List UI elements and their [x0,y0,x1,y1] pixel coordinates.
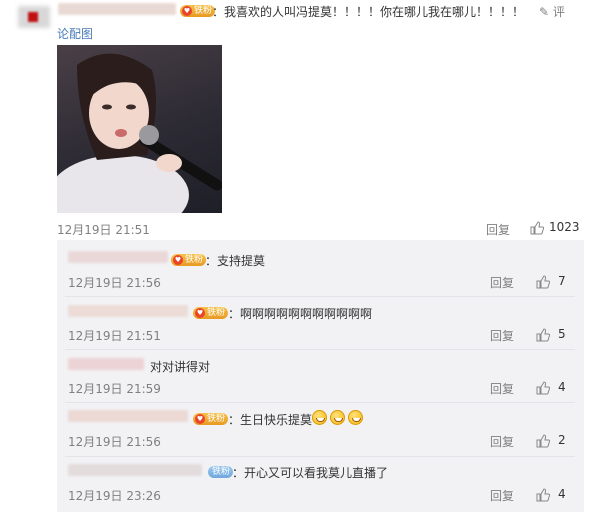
comment-action-button[interactable]: ✎ 评 [539,3,565,20]
fan-badge: 铁粉 [208,466,234,478]
reply-text: ：支持提莫 [205,254,266,268]
like-count: 1023 [549,220,580,234]
divider [65,349,575,350]
avatar[interactable] [18,6,50,28]
grin-emoji [312,410,327,425]
grin-emoji [330,410,345,425]
fan-badge: ♥ 铁粉 [180,5,216,17]
thumb-up-icon[interactable] [536,275,550,289]
like-count: 2 [558,433,566,447]
reply-username-blurred[interactable] [68,358,144,370]
like-count: 7 [558,274,566,288]
reply-text: ：开心又可以看我莫儿直播了 [232,466,389,480]
comment-time: 12月19日 21:51 [57,223,150,237]
reply-text: 对对讲得对 [150,360,211,374]
like-count: 4 [558,487,566,501]
username-blurred[interactable] [58,3,176,15]
thumb-up-icon[interactable] [536,434,550,448]
thumb-up-icon[interactable] [536,488,550,502]
reply-button[interactable]: 回复 [490,433,514,450]
reply-button[interactable]: 回复 [490,380,514,397]
edit-icon: ✎ [539,5,550,19]
reply-button[interactable]: 回复 [490,274,514,291]
singer-photo [57,53,222,213]
reply-text: ：啊啊啊啊啊啊啊啊啊啊啊 [228,307,373,321]
fan-badge: ♥ 铁粉 [193,307,229,319]
comment-photo[interactable]: 辛苦了过我走 这样啊你 一手打金不见人 [57,45,222,213]
reply-text: ：生日快乐提莫 [228,413,313,427]
comment-text: ：我喜欢的人叫冯提莫！！！！你在哪儿我在哪儿！！！！ [212,5,525,19]
like-count: 4 [558,380,566,394]
like-button[interactable]: 1023 [530,220,580,236]
thumb-up-icon[interactable] [536,381,550,395]
reply-username-blurred[interactable] [68,251,168,263]
reply-time: 12月19日 21:56 [68,435,161,449]
fan-badge: ♥ 铁粉 [193,413,229,425]
reply-time: 12月19日 21:51 [68,329,161,343]
fan-badge: ♥ 铁粉 [171,254,207,266]
divider [65,456,575,457]
reply-time: 12月19日 23:26 [68,489,161,503]
divider [65,296,575,297]
reply-button[interactable]: 回复 [490,487,514,504]
reply-button[interactable]: 回复 [490,327,514,344]
reply-time: 12月19日 21:59 [68,382,161,396]
reply-username-blurred[interactable] [68,305,188,317]
photo-caption: 辛苦了过我走 这样啊你 一手打金不见人 [77,198,183,205]
grin-emoji [348,410,363,425]
reply-username-blurred[interactable] [68,464,202,476]
comment-photo-link[interactable]: 论配图 [57,25,93,42]
reply-time: 12月19日 21:56 [68,276,161,290]
divider [65,402,575,403]
thumb-up-icon [530,221,544,235]
reply-username-blurred[interactable] [68,410,188,422]
reply-button[interactable]: 回复 [486,221,510,238]
thumb-up-icon[interactable] [536,328,550,342]
like-count: 5 [558,327,566,341]
